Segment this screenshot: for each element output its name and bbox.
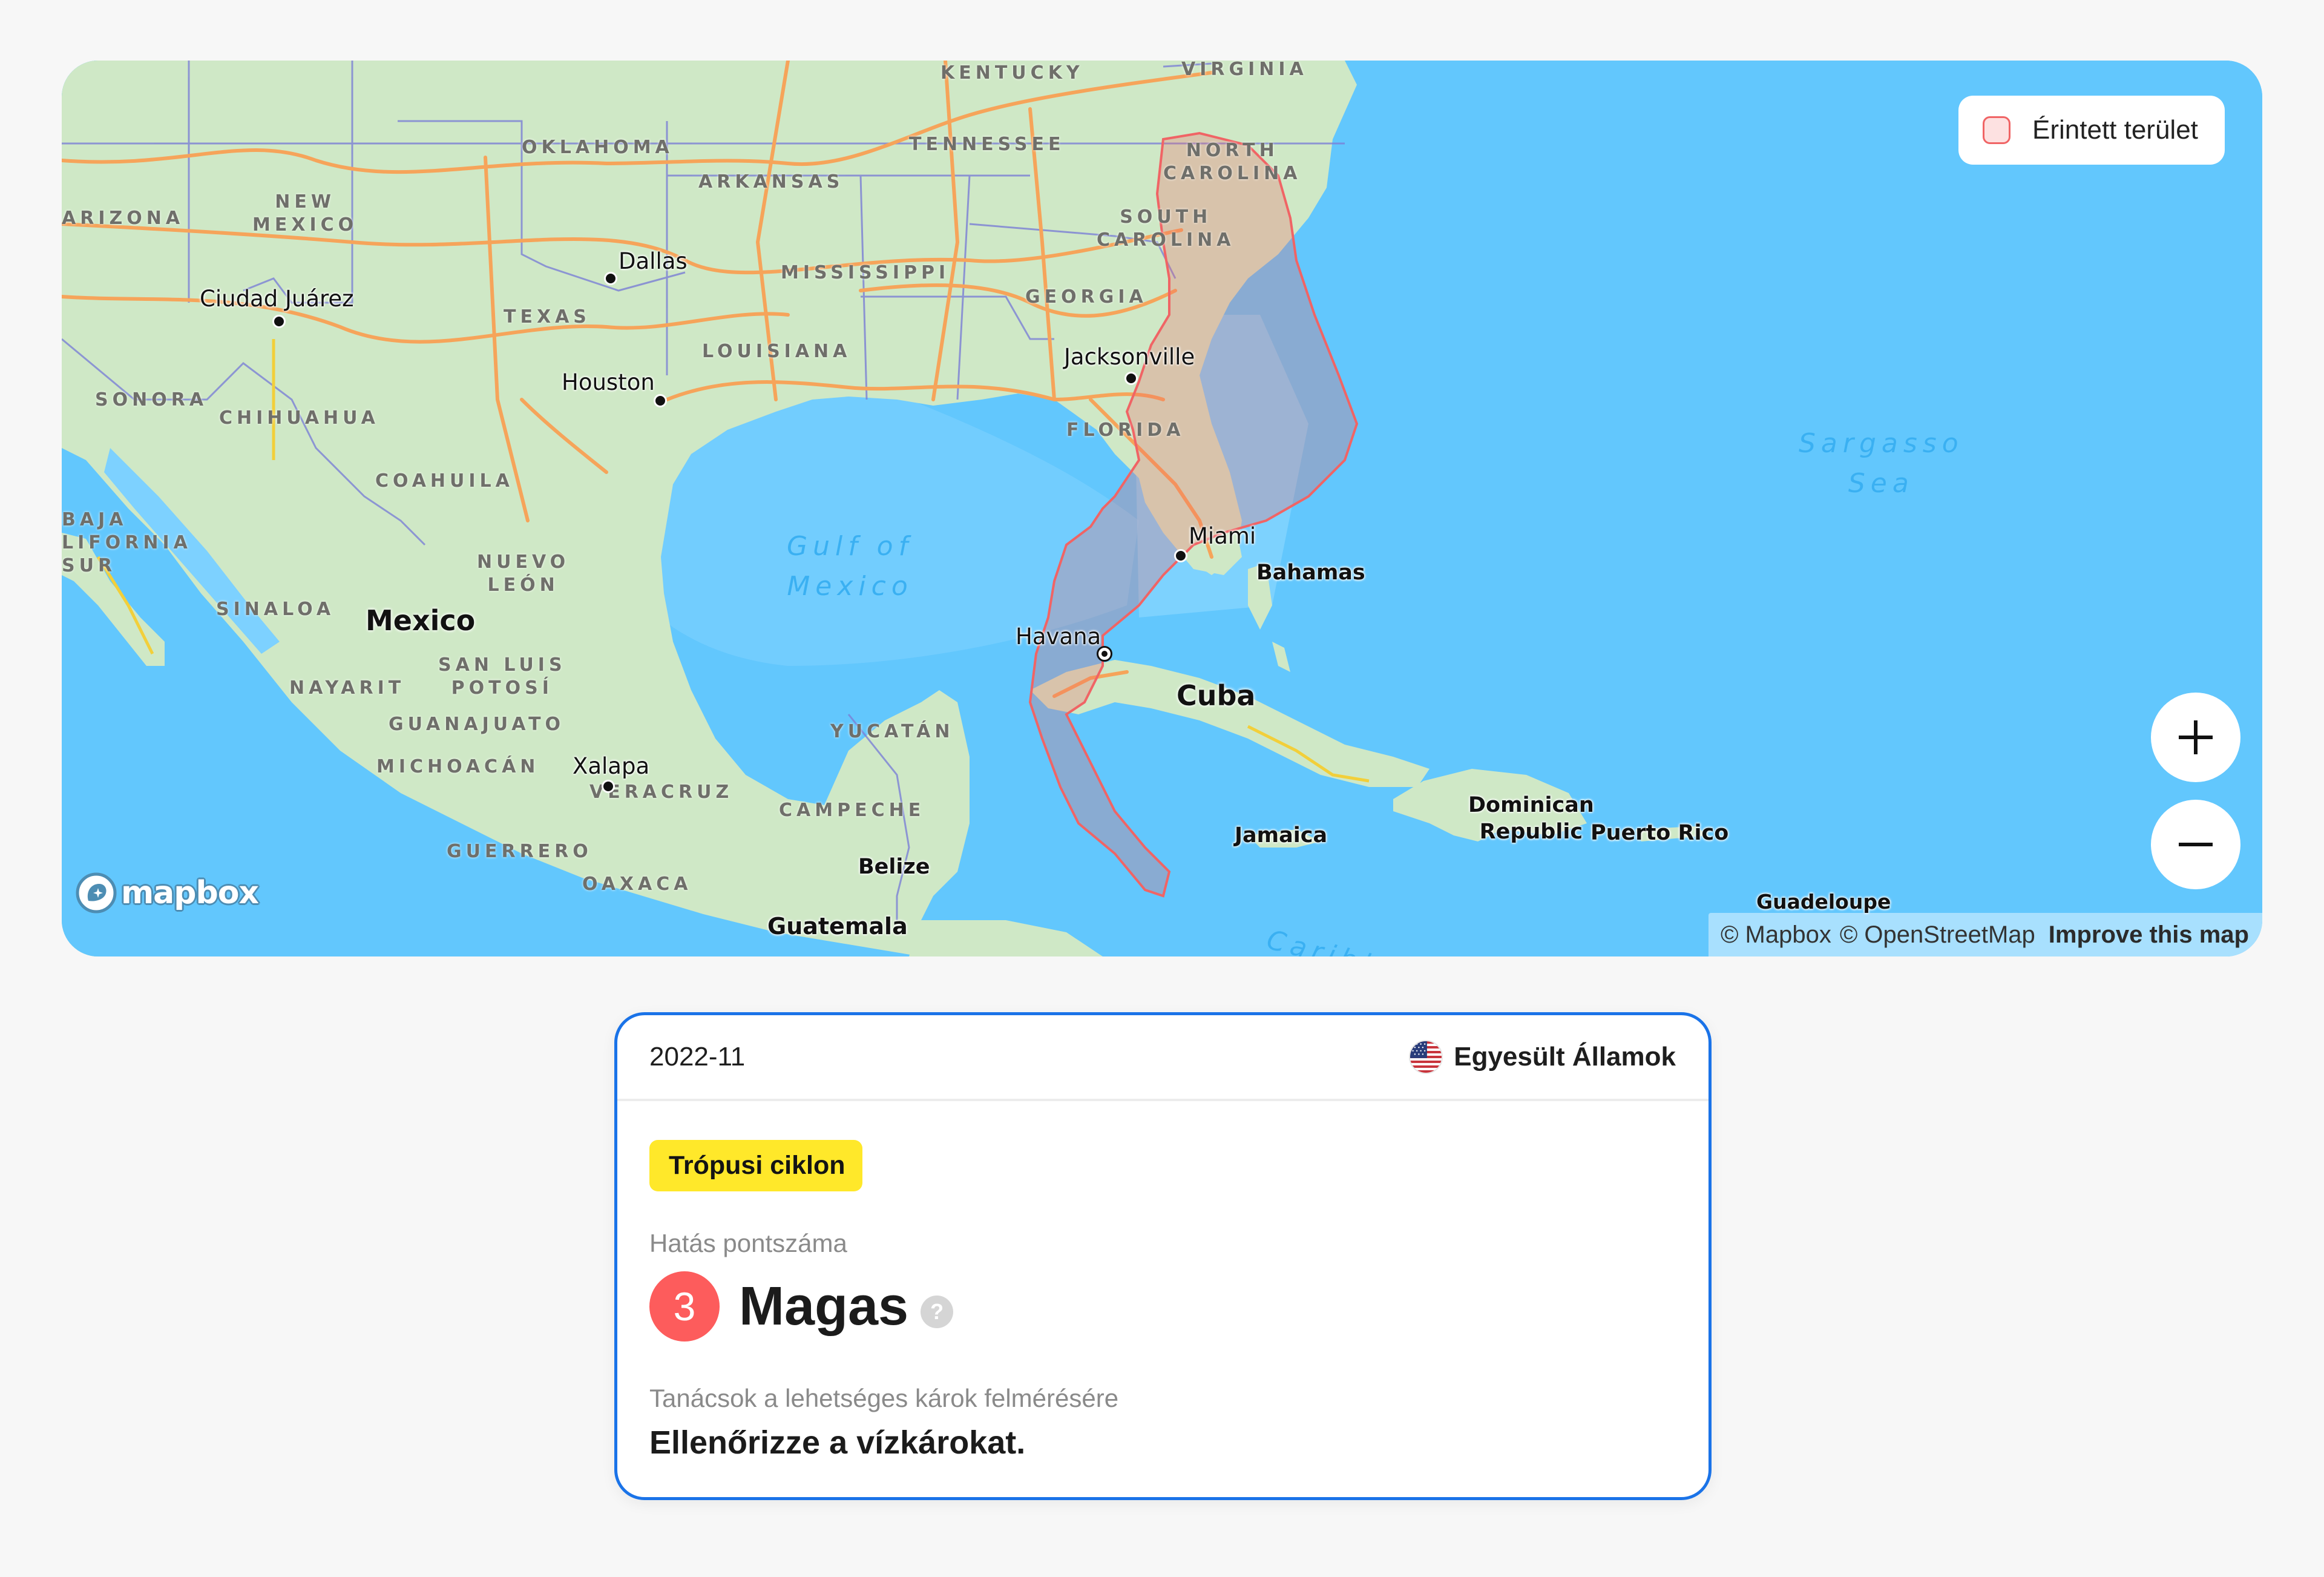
affected-area-swatch bbox=[1983, 116, 2011, 144]
event-date: 2022-11 bbox=[649, 1042, 746, 1072]
city-marker-miami bbox=[1174, 549, 1187, 562]
label-arkansas: ARKANSAS bbox=[698, 171, 844, 193]
label-tennessee: TENNESSEE bbox=[909, 134, 1065, 155]
zoom-in-button[interactable] bbox=[2151, 693, 2240, 782]
label-arizona: ARIZONA bbox=[62, 208, 185, 229]
label-sargasso-sea: Sargasso Sea bbox=[1799, 428, 1964, 499]
plus-icon bbox=[2179, 720, 2213, 754]
zoom-out-button[interactable] bbox=[2151, 800, 2240, 889]
label-virginia: VIRGINIA bbox=[1181, 61, 1308, 80]
label-baja-california-sur: BAJA LIFORNIA SUR bbox=[62, 509, 192, 576]
label-nuevo-leon: NUEVO LEÓN bbox=[477, 551, 570, 596]
impact-score-label: Hatás pontszáma bbox=[649, 1229, 847, 1257]
label-texas: TEXAS bbox=[504, 306, 591, 328]
card-body: Trópusi ciklon Hatás pontszáma 3 Magas ?… bbox=[617, 1101, 1709, 1461]
label-guatemala: Guatemala bbox=[767, 913, 908, 940]
label-guanajuato: GUANAJUATO bbox=[389, 714, 565, 735]
label-mexico: Mexico bbox=[366, 604, 476, 637]
label-campeche: CAMPECHE bbox=[779, 800, 925, 821]
label-puerto-rico: Puerto Rico bbox=[1590, 821, 1729, 845]
label-north-carolina: NORTH CAROLINA bbox=[1163, 140, 1302, 184]
label-havana: Havana bbox=[1016, 624, 1101, 650]
label-xalapa: Xalapa bbox=[573, 753, 650, 779]
impact-score-row: 3 Magas ? bbox=[649, 1271, 1676, 1342]
osm-attribution-link[interactable]: © OpenStreetMap bbox=[1840, 921, 2035, 949]
country-name: Egyesült Államok bbox=[1454, 1042, 1676, 1072]
impact-score-badge: 3 bbox=[649, 1271, 720, 1342]
label-belize: Belize bbox=[858, 855, 930, 879]
label-chihuahua: CHIHUAHUA bbox=[219, 407, 379, 429]
label-jamaica: Jamaica bbox=[1235, 823, 1328, 848]
legend-label: Érintett terület bbox=[2032, 115, 2198, 145]
advice-text: Ellenőrizze a vízkárokat. bbox=[649, 1424, 1026, 1461]
label-coahuila: COAHUILA bbox=[375, 470, 514, 492]
label-yucatan: YUCATÁN bbox=[830, 721, 954, 742]
country-info: Egyesült Államok bbox=[1409, 1040, 1676, 1074]
map-basemap bbox=[62, 61, 2262, 956]
label-florida: FLORIDA bbox=[1066, 420, 1185, 441]
map-legend: Érintett terület bbox=[1958, 96, 2225, 165]
label-jacksonville: Jacksonville bbox=[1064, 344, 1195, 370]
us-flag-icon bbox=[1409, 1040, 1443, 1074]
help-icon[interactable]: ? bbox=[921, 1296, 954, 1328]
label-south-carolina: SOUTH CAROLINA bbox=[1097, 206, 1235, 251]
label-ciudad-juarez: Ciudad Juárez bbox=[200, 286, 354, 312]
label-oaxaca: OAXACA bbox=[582, 874, 692, 895]
label-louisiana: LOUISIANA bbox=[702, 341, 852, 362]
mapbox-logo-icon bbox=[76, 872, 117, 914]
label-houston: Houston bbox=[562, 369, 655, 395]
city-marker-houston bbox=[654, 394, 667, 407]
label-san-luis-potosi: SAN LUIS POTOSÍ bbox=[438, 654, 566, 699]
map-attribution: © Mapbox © OpenStreetMap Improve this ma… bbox=[1708, 913, 2262, 956]
label-dallas: Dallas bbox=[619, 248, 688, 274]
label-sonora: SONORA bbox=[95, 389, 208, 410]
label-miami: Miami bbox=[1189, 523, 1256, 549]
label-gulf-of-mexico: Gulf of Mexico bbox=[787, 531, 914, 602]
label-georgia: GEORGIA bbox=[1025, 286, 1147, 308]
label-guerrero: GUERRERO bbox=[447, 841, 592, 862]
advice-label: Tanácsok a lehetséges károk felmérésére bbox=[649, 1384, 1119, 1412]
mapbox-logo[interactable]: mapbox bbox=[75, 872, 259, 914]
label-bahamas: Bahamas bbox=[1256, 561, 1365, 585]
minus-icon bbox=[2179, 843, 2213, 846]
label-oklahoma: OKLAHOMA bbox=[522, 137, 674, 158]
improve-map-link[interactable]: Improve this map bbox=[2049, 921, 2249, 949]
city-marker-dallas bbox=[604, 272, 617, 285]
label-guadeloupe: Guadeloupe bbox=[1756, 890, 1891, 914]
city-marker-jacksonville bbox=[1124, 372, 1138, 385]
mapbox-logo-text: mapbox bbox=[121, 875, 259, 911]
card-header: 2022-11 Egyesült Államok bbox=[617, 1015, 1709, 1101]
label-mississippi: MISSISSIPPI bbox=[781, 262, 950, 283]
label-cuba: Cuba bbox=[1177, 679, 1256, 712]
label-nayarit: NAYARIT bbox=[289, 677, 405, 699]
label-sinaloa: SINALOA bbox=[216, 599, 335, 620]
mapbox-attribution-link[interactable]: © Mapbox bbox=[1721, 921, 1831, 949]
event-type-badge: Trópusi ciklon bbox=[649, 1140, 862, 1191]
city-marker-ciudad-juarez bbox=[272, 315, 286, 328]
label-kentucky: KENTUCKY bbox=[940, 62, 1084, 84]
label-new-mexico: NEW MEXICO bbox=[252, 191, 358, 235]
map[interactable]: KENTUCKY VIRGINIA OKLAHOMA TENNESSEE ARK… bbox=[62, 61, 2262, 956]
label-michoacan: MICHOACÁN bbox=[376, 756, 540, 777]
city-marker-xalapa bbox=[602, 780, 615, 793]
label-dominican-republic: Dominican Republic bbox=[1468, 793, 1594, 844]
event-card[interactable]: 2022-11 Egyesült Államok Trópusi ciklon … bbox=[614, 1012, 1712, 1500]
impact-level: Magas bbox=[739, 1276, 909, 1337]
